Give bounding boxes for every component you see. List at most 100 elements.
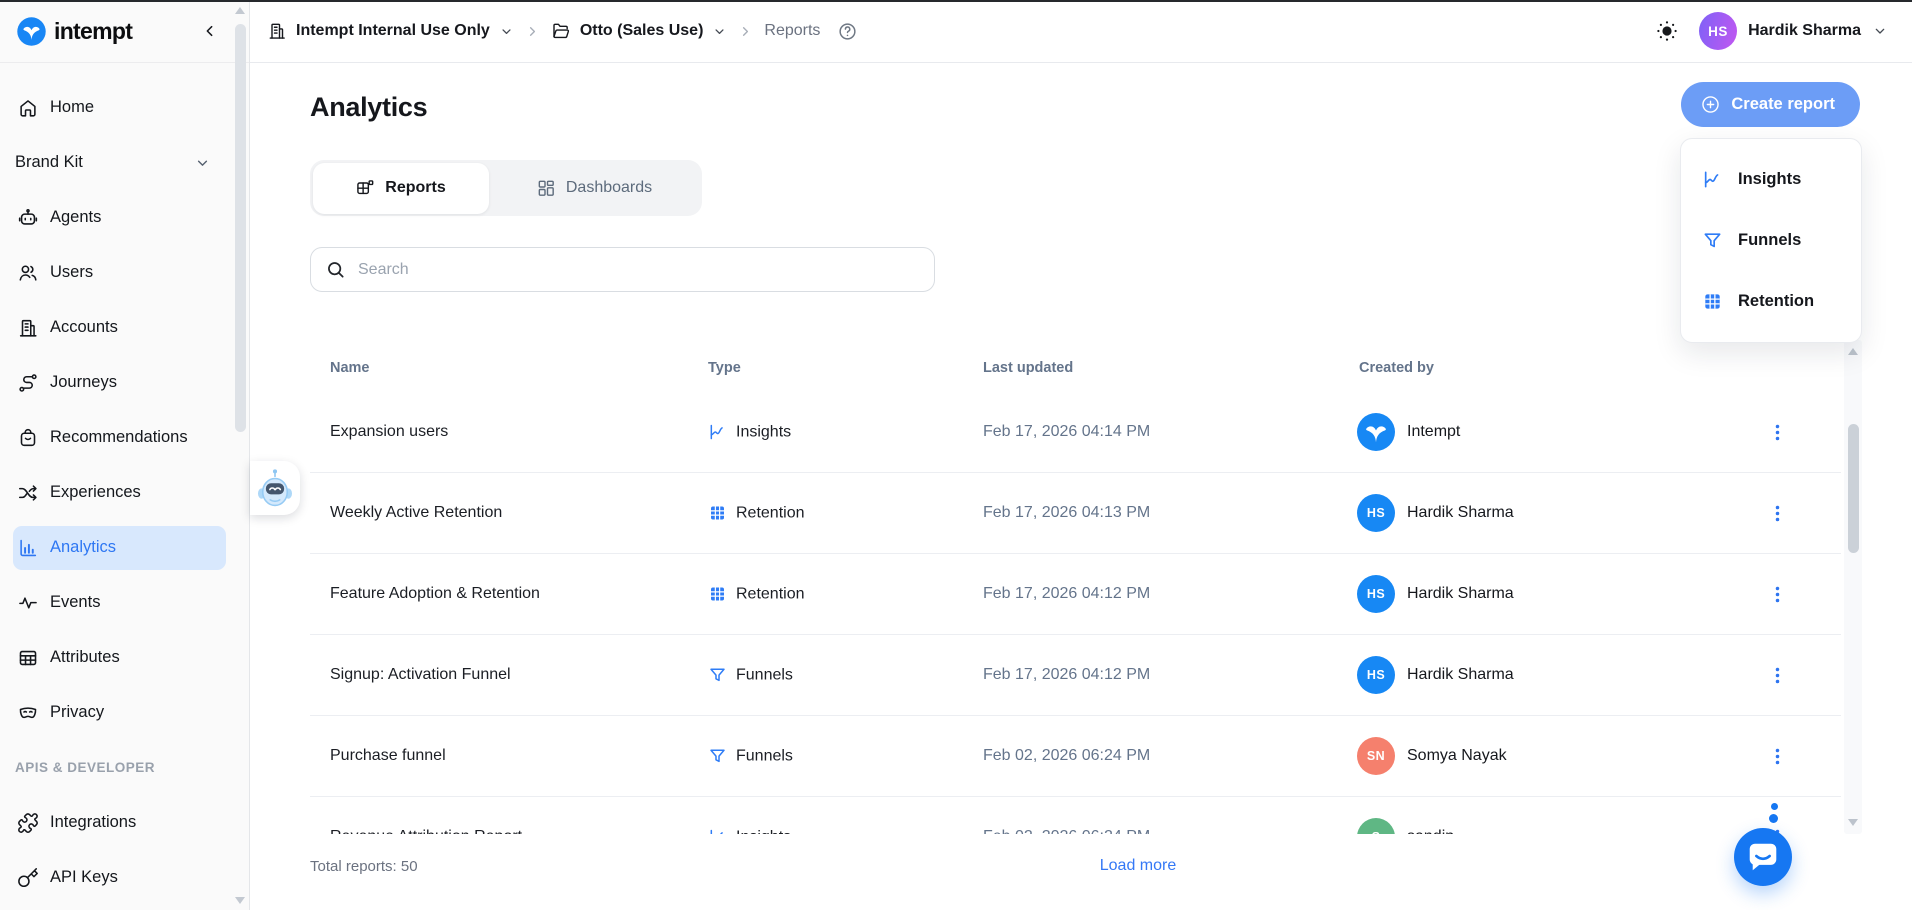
row-kebab-menu-icon[interactable] (1762, 579, 1792, 609)
table-row[interactable]: Purchase funnel Funnels Feb 02, 2026 06:… (310, 716, 1841, 797)
sidebar-item-brand-kit[interactable]: Brand Kit (0, 135, 249, 190)
menu-item-funnels[interactable]: Funnels (1681, 210, 1861, 271)
pulse-icon (17, 592, 39, 614)
sidebar-item-experiences[interactable]: Experiences (0, 465, 249, 520)
menu-item-label: Funnels (1738, 231, 1801, 250)
report-name[interactable]: Purchase funnel (330, 747, 446, 765)
funnel-icon (708, 666, 727, 685)
scroll-down-arrow-icon[interactable] (1848, 819, 1858, 826)
table-grid-icon (17, 647, 39, 669)
logo-row: intempt (0, 0, 249, 63)
sidebar-item-label: Journeys (50, 373, 117, 392)
last-updated: Feb 02, 2026 06:24 PM (983, 828, 1150, 834)
report-name[interactable]: Revenue Attribution Report (330, 828, 522, 834)
content-scrollbar[interactable] (1844, 340, 1862, 834)
content-scrollbar-thumb[interactable] (1848, 424, 1859, 553)
breadcrumb-org[interactable]: Intempt Internal Use Only (296, 22, 490, 40)
tab-group: Reports Dashboards (310, 160, 702, 216)
last-updated: Feb 17, 2026 04:14 PM (983, 423, 1150, 441)
sidebar-item-attributes[interactable]: Attributes (0, 630, 249, 685)
sidebar-item-events[interactable]: Events (0, 575, 249, 630)
column-header-created-by: Created by (1359, 360, 1434, 376)
tab-reports[interactable]: Reports (313, 163, 489, 214)
table-row[interactable]: Weekly Active Retention Retention Feb 17… (310, 473, 1841, 554)
chat-typing-dot (1769, 814, 1778, 823)
row-kebab-menu-icon[interactable] (1762, 498, 1792, 528)
creator-name: Hardik Sharma (1407, 585, 1514, 603)
row-kebab-menu-icon[interactable] (1762, 741, 1792, 771)
breadcrumb-project[interactable]: Otto (Sales Use) (580, 22, 704, 40)
sidebar-item-integrations[interactable]: Integrations (0, 795, 249, 850)
sidebar-nav: Home Brand Kit Agents Users Accounts Jou… (0, 80, 249, 905)
report-name[interactable]: Expansion users (330, 423, 448, 441)
folder-icon (551, 21, 571, 41)
sidebar-item-api-keys[interactable]: API Keys (0, 850, 249, 905)
chevron-right-icon (738, 24, 753, 39)
table-header: Name Type Last updated Created by (310, 344, 1841, 393)
reports-icon (355, 178, 375, 198)
creator-name: Intempt (1407, 423, 1460, 441)
load-more-link[interactable]: Load more (1068, 857, 1208, 875)
menu-item-retention[interactable]: Retention (1681, 271, 1861, 332)
sidebar-item-privacy[interactable]: Privacy (0, 685, 249, 740)
report-name[interactable]: Signup: Activation Funnel (330, 666, 511, 684)
insights-icon (708, 828, 727, 835)
tab-label: Reports (385, 179, 445, 197)
search-input[interactable] (356, 260, 920, 280)
avatar: SN (1357, 737, 1395, 775)
puzzle-icon (17, 812, 39, 834)
last-updated: Feb 02, 2026 06:24 PM (983, 747, 1150, 765)
row-kebab-menu-icon[interactable] (1762, 417, 1792, 447)
sidebar-item-accounts[interactable]: Accounts (0, 300, 249, 355)
users-icon (17, 262, 39, 284)
avatar: HS (1357, 494, 1395, 532)
sidebar-item-users[interactable]: Users (0, 245, 249, 300)
scroll-up-arrow-icon[interactable] (1848, 348, 1858, 355)
table-body: Expansion users Insights Feb 17, 2026 04… (310, 392, 1841, 834)
key-icon (17, 867, 39, 889)
journeys-icon (17, 372, 39, 394)
report-name[interactable]: Weekly Active Retention (330, 504, 502, 522)
sidebar-item-home[interactable]: Home (0, 80, 249, 135)
menu-item-insights[interactable]: Insights (1681, 149, 1861, 210)
scroll-down-arrow-icon[interactable] (235, 897, 245, 904)
tab-dashboards[interactable]: Dashboards (489, 163, 700, 214)
help-icon[interactable] (837, 21, 858, 42)
total-reports-label: Total reports: 50 (310, 858, 418, 875)
report-type: Insights (736, 423, 791, 441)
topbar-right: HS Hardik Sharma (1655, 12, 1888, 50)
scroll-up-arrow-icon[interactable] (235, 7, 245, 14)
sidebar-item-agents[interactable]: Agents (0, 190, 249, 245)
sidebar-item-journeys[interactable]: Journeys (0, 355, 249, 410)
chevron-right-icon (525, 24, 540, 39)
table-row[interactable]: Expansion users Insights Feb 17, 2026 04… (310, 392, 1841, 473)
sidebar-item-analytics[interactable]: Analytics (0, 520, 249, 575)
table-row[interactable]: Revenue Attribution Report Insights Feb … (310, 797, 1841, 834)
breadcrumb-page: Reports (764, 22, 820, 40)
insights-icon (708, 423, 727, 442)
user-menu[interactable]: HS Hardik Sharma (1699, 12, 1888, 50)
theme-toggle-sun-icon[interactable] (1655, 19, 1679, 43)
report-name[interactable]: Feature Adoption & Retention (330, 585, 540, 603)
sidebar-item-label: Brand Kit (15, 153, 83, 172)
assistant-robot-button[interactable] (250, 461, 300, 515)
chevron-down-icon[interactable] (499, 24, 514, 39)
sidebar-item-recommendations[interactable]: Recommendations (0, 410, 249, 465)
column-header-last-updated: Last updated (983, 360, 1073, 376)
tab-label: Dashboards (566, 179, 652, 197)
sidebar-item-label: Integrations (50, 813, 136, 832)
sidebar-item-label: Events (50, 593, 100, 612)
create-report-menu: Insights Funnels Retention (1680, 138, 1862, 343)
report-type: Funnels (736, 666, 793, 684)
sidebar-collapse-button[interactable] (202, 23, 218, 39)
creator-name: Somya Nayak (1407, 747, 1507, 765)
sidebar-scrollbar[interactable] (234, 0, 247, 910)
sidebar-scrollbar-thumb[interactable] (235, 24, 246, 432)
create-report-button[interactable]: Create report (1681, 82, 1860, 127)
table-row[interactable]: Feature Adoption & Retention Retention F… (310, 554, 1841, 635)
chat-launcher-button[interactable] (1734, 828, 1792, 886)
chevron-down-icon[interactable] (712, 24, 727, 39)
table-row[interactable]: Signup: Activation Funnel Funnels Feb 17… (310, 635, 1841, 716)
row-kebab-menu-icon[interactable] (1762, 660, 1792, 690)
main-content: Analytics Create report Insights Funnels… (250, 63, 1912, 910)
